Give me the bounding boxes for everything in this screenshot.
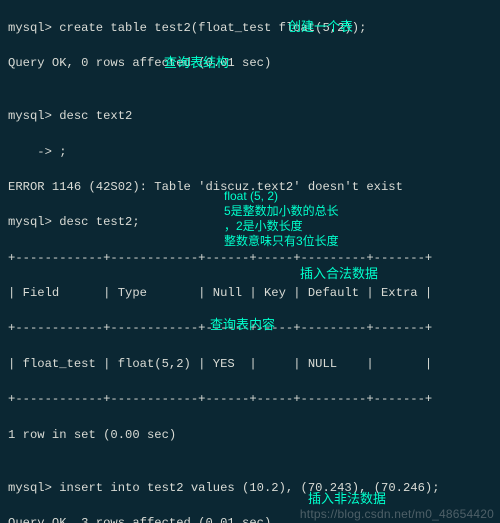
desc-sep-mid: +------------+------------+------+-----+… bbox=[8, 320, 496, 338]
cmd-text: insert into test2 values (10.2), (70.243… bbox=[59, 481, 439, 495]
cont-prompt: -> ; bbox=[8, 144, 496, 162]
watermark: https://blog.csdn.net/m0_48654420 bbox=[300, 506, 494, 523]
result-ok-1: Query OK, 0 rows affected (0.01 sec) bbox=[8, 55, 496, 73]
prompt: mysql> bbox=[8, 109, 59, 123]
desc-header: | Field | Type | Null | Key | Default | … bbox=[8, 285, 496, 303]
cmd-desc-right: mysql> desc test2; bbox=[8, 214, 496, 232]
error-1146: ERROR 1146 (42S02): Table 'discuz.text2'… bbox=[8, 179, 496, 197]
cmd-desc-wrong: mysql> desc text2 bbox=[8, 108, 496, 126]
prompt: mysql> bbox=[8, 21, 59, 35]
cmd-text: create table test2(float_test float(5,2)… bbox=[59, 21, 366, 35]
desc-row: | float_test | float(5,2) | YES | | NULL… bbox=[8, 356, 496, 374]
prompt: mysql> bbox=[8, 481, 59, 495]
cmd-text: desc test2; bbox=[59, 215, 139, 229]
cmd-text: desc text2 bbox=[59, 109, 132, 123]
prompt: mysql> bbox=[8, 215, 59, 229]
terminal[interactable]: mysql> create table test2(float_test flo… bbox=[0, 0, 500, 523]
result-rows-1: 1 row in set (0.00 sec) bbox=[8, 427, 496, 445]
cmd-insert-ok: mysql> insert into test2 values (10.2), … bbox=[8, 480, 496, 498]
desc-sep-bot: +------------+------------+------+-----+… bbox=[8, 391, 496, 409]
cmd-create-table: mysql> create table test2(float_test flo… bbox=[8, 20, 496, 38]
desc-sep-top: +------------+------------+------+-----+… bbox=[8, 250, 496, 268]
